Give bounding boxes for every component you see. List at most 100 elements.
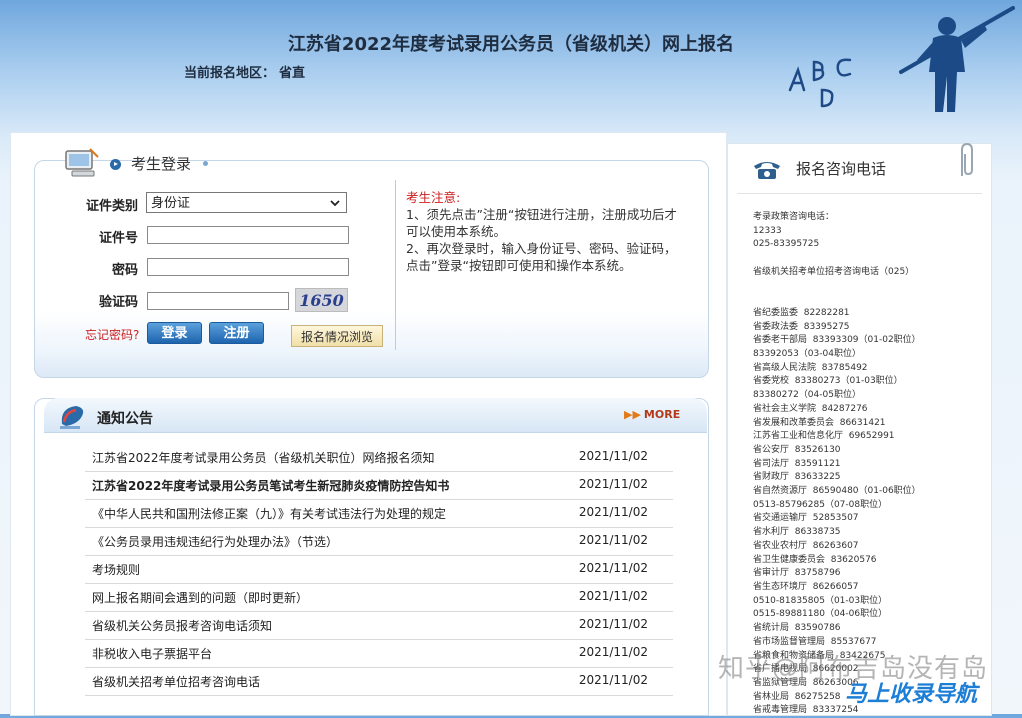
news-item[interactable]: 《公务员录用违规违纪行为处理办法》（节选） 2021/11/02	[85, 528, 673, 556]
news-list: 江苏省2022年度考试录用公务员（省级机关职位）网络报名须知 2021/11/02…	[85, 444, 673, 696]
browse-button[interactable]: 报名情况浏览	[291, 325, 383, 347]
consult-line	[753, 293, 983, 307]
id-type-select[interactable]: 身份证	[146, 192, 347, 213]
news-item-title[interactable]: 江苏省2022年度考试录用公务员（省级机关职位）网络报名须知	[92, 449, 435, 466]
login-notice: 考生注意: 1、须先点击”注册“按钮进行注册，注册成功后才可以使用本系统。 2、…	[406, 189, 686, 274]
consult-line: 省生态环境厅 86266057	[753, 581, 859, 592]
news-item-title[interactable]: 考场规则	[92, 561, 140, 578]
id-number-label: 证件号	[98, 231, 138, 246]
notice-title: 考生注意:	[406, 190, 461, 205]
consult-line	[753, 280, 983, 294]
news-item[interactable]: 网上报名期间会遇到的问题（即时更新） 2021/11/02	[85, 584, 673, 612]
double-arrow-icon: ▶▶	[624, 408, 641, 421]
dot-icon	[203, 161, 209, 166]
consult-line: 省委政法委 83395275	[753, 321, 850, 332]
consult-line: 025-83395725	[753, 239, 820, 250]
login-button[interactable]: 登录	[147, 322, 202, 344]
more-link[interactable]: ▶▶ MORE	[624, 408, 680, 421]
consult-line: 省交通运输厅 52853507	[753, 513, 859, 524]
news-item-title[interactable]: 省级机关招考单位招考咨询电话	[92, 673, 260, 690]
consult-line: 省农业农村厅 86263607	[753, 540, 859, 551]
login-title: 考生登录	[110, 153, 209, 174]
page-header: 江苏省2022年度考试录用公务员（省级机关）网上报名 当前报名地区： 省直	[0, 0, 1022, 140]
news-item-date: 2021/11/02	[578, 477, 648, 491]
current-region: 当前报名地区： 省直	[180, 62, 305, 81]
news-item-title[interactable]: 省级机关公务员报考咨询电话须知	[92, 617, 272, 634]
news-item[interactable]: 非税收入电子票据平台 2021/11/02	[85, 640, 673, 668]
notice-item-2: 2、再次登录时，输入身份证号、密码、验证码，点击”登录“按钮即可使用和操作本系统…	[406, 241, 677, 273]
consult-line: 0510-81835805（01-03职位）	[753, 595, 888, 606]
consult-line: 省公安厅 83526130	[753, 444, 841, 455]
news-title: 通知公告	[97, 411, 153, 427]
consult-line: 省财政厅 83633225	[753, 472, 841, 483]
consult-line: 省统计局 83590786	[753, 623, 841, 634]
forgot-password-link[interactable]: 忘记密码?	[85, 326, 139, 343]
more-label: MORE	[643, 408, 681, 421]
news-item-title[interactable]: 网上报名期间会遇到的问题（即时更新）	[92, 589, 308, 606]
paperclip-icon	[961, 142, 973, 176]
news-item-title[interactable]: 非税收入电子票据平台	[92, 645, 212, 662]
news-item-date: 2021/11/02	[578, 589, 648, 603]
news-item[interactable]: 江苏省2022年度考试录用公务员（省级机关职位）网络报名须知 2021/11/02	[85, 444, 673, 472]
id-type-label: 证件类别	[85, 199, 138, 214]
password-label: 密码	[111, 263, 138, 278]
consult-title: 报名咨询电话	[796, 160, 887, 178]
watermark-logo: 马上收录导航	[845, 682, 978, 707]
news-item[interactable]: 省级机关招考单位招考咨询电话 2021/11/02	[85, 668, 673, 696]
consult-line: 省级机关招考单位招考咨询电话（025）	[753, 266, 915, 277]
consult-line: 省委党校 83380273（01-03职位）	[753, 376, 903, 387]
consult-line: 省司法厅 83591121	[753, 458, 841, 469]
news-item-date: 2021/11/02	[578, 533, 648, 547]
news-item-date: 2021/11/02	[578, 561, 648, 575]
consult-line: 省卫生健康委员会 83620576	[753, 554, 877, 565]
news-item-date: 2021/11/02	[578, 673, 648, 687]
consult-line: 省水利厅 86338735	[753, 527, 841, 538]
consult-divider	[737, 193, 982, 194]
consult-line: 0515-89881180（04-06职位）	[753, 609, 888, 620]
consult-line: 0513-85796285（07-08职位）	[753, 499, 888, 510]
consult-line: 省自然资源厅 86590480（01-06职位）	[753, 486, 921, 497]
abcd-decoration	[788, 58, 852, 108]
register-button[interactable]: 注册	[209, 322, 264, 344]
id-number-input[interactable]	[147, 226, 349, 244]
arrow-bullet-icon	[110, 159, 121, 170]
telephone-icon	[754, 162, 780, 179]
consult-phone-list: 考录政策咨询电话： 12333 025-83395725 省级机关招考单位招考咨询电…	[753, 211, 983, 718]
password-input[interactable]	[147, 258, 349, 276]
captcha-image[interactable]: 1650	[295, 288, 348, 312]
consult-line: 省委老干部局 83393309（01-02职位）	[753, 335, 921, 346]
news-item-date: 2021/11/02	[578, 645, 648, 659]
notice-item-1: 1、须先点击”注册“按钮进行注册，注册成功后才可以使用本系统。	[406, 207, 677, 239]
news-item-title[interactable]: 《中华人民共和国刑法修正案（九）》有关考试违法行为处理的规定	[92, 505, 446, 522]
consult-line: 12333	[753, 225, 782, 236]
news-item[interactable]: 省级机关公务员报考咨询电话须知 2021/11/02	[85, 612, 673, 640]
login-title-text: 考生登录	[131, 155, 192, 173]
consult-line: 83392053（03-04职位）	[753, 349, 861, 360]
news-item[interactable]: 江苏省2022年度考试录用公务员笔试考生新冠肺炎疫情防控告知书 2021/11/0…	[85, 472, 673, 500]
login-divider	[395, 180, 396, 350]
captcha-label: 验证码	[98, 295, 138, 310]
consult-line: 省纪委监委 82282281	[753, 307, 850, 318]
region-value: 省直	[279, 66, 306, 81]
site-title: 江苏省2022年度考试录用公务员（省级机关）网上报名	[287, 34, 735, 55]
consult-line: 省发展和改革委员会 86631421	[753, 417, 886, 428]
consult-line	[753, 252, 983, 266]
id-type-value: 身份证	[151, 196, 191, 211]
consult-line: 江苏省工业和信息化厅 69652991	[753, 431, 895, 442]
man-illustration	[899, 6, 1015, 112]
consult-line: 省高级人民法院 83785492	[753, 362, 868, 373]
news-item-date: 2021/11/02	[578, 505, 648, 519]
news-item-title[interactable]: 江苏省2022年度考试录用公务员笔试考生新冠肺炎疫情防控告知书	[92, 477, 449, 494]
consult-line: 省审计厅 83758796	[753, 568, 841, 579]
computer-icon	[65, 148, 99, 177]
news-item[interactable]: 考场规则 2021/11/02	[85, 556, 673, 584]
news-item[interactable]: 《中华人民共和国刑法修正案（九）》有关考试违法行为处理的规定 2021/11/02	[85, 500, 673, 528]
captcha-input[interactable]	[147, 292, 289, 310]
consult-line: 83380272（04-05职位）	[753, 390, 861, 401]
consult-line: 省社会主义学院 84287276	[753, 403, 868, 414]
consult-line: 考录政策咨询电话：	[753, 212, 835, 222]
news-item-title[interactable]: 《公务员录用违规违纪行为处理办法》（节选）	[92, 533, 338, 550]
news-item-date: 2021/11/02	[578, 617, 648, 631]
chevron-down-icon	[329, 195, 341, 216]
news-item-date: 2021/11/02	[578, 449, 648, 463]
